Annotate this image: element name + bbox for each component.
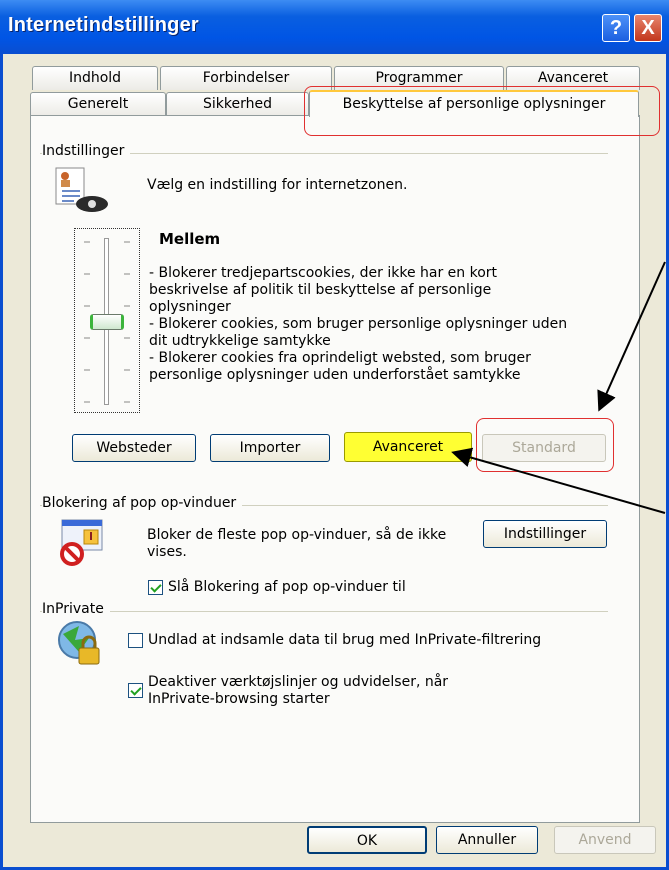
popup-blocker-icon (60, 519, 103, 566)
help-button[interactable]: ? (602, 14, 630, 42)
level-title: Mellem (159, 230, 221, 248)
annotation-tab-highlight (304, 86, 660, 136)
inprivate-group-title: InPrivate (42, 601, 110, 617)
popup-description-line: vises. (147, 544, 187, 560)
tab-sikkerhed[interactable]: Sikkerhed (166, 92, 309, 116)
tab-forbindelser[interactable]: Forbindelser (160, 66, 332, 90)
privacy-page-icon (55, 167, 108, 212)
ok-button[interactable]: OK (307, 826, 427, 854)
settings-intro: Vælg en indstilling for internetzonen. (147, 177, 408, 193)
inprivate-filtering-label[interactable]: Undlad at indsamle data til brug med InP… (148, 632, 541, 649)
window-title: Internetindstillinger (8, 14, 199, 36)
inprivate-divider (40, 611, 608, 612)
apply-button[interactable]: Anvend (554, 826, 656, 854)
avanceret-button[interactable]: Avanceret (344, 432, 472, 462)
inprivate-toolbars-line: Deaktiver værktøjslinjer og udvidelser, … (148, 674, 449, 690)
cancel-button[interactable]: Annuller (436, 826, 538, 854)
level-description-line: beskrivelse af politik til beskyttelse a… (149, 282, 492, 298)
tab-generelt[interactable]: Generelt (30, 92, 166, 116)
importer-button[interactable]: Importer (210, 434, 330, 462)
popup-settings-button[interactable]: Indstillinger (483, 520, 607, 548)
popup-checkbox-label[interactable]: Slå Blokering af pop op-vinduer til (168, 579, 406, 596)
inprivate-toolbars-checkbox[interactable] (128, 683, 143, 698)
settings-group-title: Indstillinger (42, 143, 131, 159)
inprivate-filtering-checkbox[interactable] (128, 633, 143, 648)
popup-description-line: Bloker de fleste pop op-vinduer, så de i… (147, 527, 447, 543)
tab-indhold[interactable]: Indhold (32, 66, 158, 90)
inprivate-toolbars-label[interactable]: Deaktiver værktøjslinjer og udvidelser, … (148, 674, 568, 708)
popup-description: Bloker de fleste pop op-vinduer, så de i… (147, 527, 477, 561)
level-description-line: - Blokerer cookies, som bruger personlig… (149, 316, 568, 332)
level-description-line: personlige oplysninger uden underforståe… (149, 367, 521, 383)
websteder-button[interactable]: Websteder (72, 434, 196, 462)
popup-checkbox[interactable] (148, 580, 163, 595)
annotation-standard-highlight (476, 418, 614, 472)
popup-group-title: Blokering af pop op-vinduer (42, 495, 243, 511)
inprivate-toolbars-line: InPrivate-browsing starter (148, 691, 330, 707)
close-button[interactable]: X (634, 14, 662, 42)
level-description-line: - Blokerer cookies fra oprindeligt webst… (149, 350, 531, 366)
level-description-line: dit udtrykkelige samtykke (149, 333, 331, 349)
privacy-slider-thumb[interactable] (90, 314, 124, 330)
level-description-line: - Blokerer tredjepartscookies, der ikke … (149, 265, 498, 281)
level-description-line: oplysninger (149, 299, 231, 315)
inprivate-icon (58, 621, 100, 665)
level-description: - Blokerer tredjepartscookies, der ikke … (149, 265, 589, 384)
